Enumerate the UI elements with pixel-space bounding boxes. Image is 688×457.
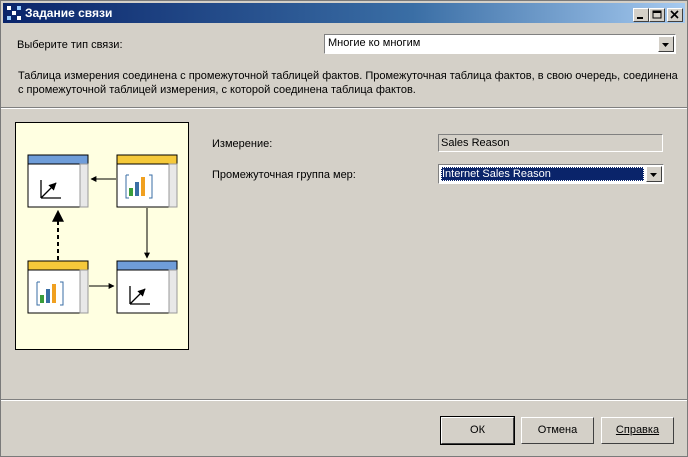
- dropdown-button[interactable]: [658, 36, 674, 52]
- help-button[interactable]: Справка: [601, 417, 674, 444]
- relationship-diagram: [15, 122, 189, 350]
- relation-type-label: Выберите тип связи:: [17, 39, 123, 51]
- chevron-down-icon: [650, 173, 657, 177]
- description-text: Таблица измерения соединена с промежуточ…: [18, 70, 678, 96]
- intermediate-dimension-table-icon: [116, 260, 178, 314]
- cancel-button[interactable]: Отмена: [521, 417, 594, 444]
- title-bar[interactable]: Задание связи: [3, 3, 685, 23]
- dimension-table-icon: [27, 154, 89, 208]
- close-icon: [670, 10, 679, 19]
- measure-group-value: Internet Sales Reason: [441, 167, 644, 181]
- relation-type-select[interactable]: Многие ко многим: [324, 34, 676, 54]
- chevron-down-icon: [662, 43, 669, 47]
- app-icon: [7, 6, 21, 20]
- help-button-label: Справка: [615, 424, 660, 436]
- minimize-button[interactable]: [633, 8, 649, 22]
- relation-type-value: Многие ко многим: [328, 37, 421, 49]
- separator-bottom: [1, 399, 687, 401]
- close-button[interactable]: [667, 8, 683, 22]
- fact-table-icon: [116, 154, 178, 208]
- relationship-diagram-graphic: [27, 154, 178, 314]
- dimension-value: Sales Reason: [441, 137, 510, 149]
- separator-top: [1, 107, 687, 109]
- ok-button[interactable]: ОК: [440, 416, 515, 445]
- dimension-label: Измерение:: [212, 138, 273, 150]
- dimension-field: Sales Reason: [438, 134, 663, 152]
- maximize-icon: [652, 10, 662, 19]
- maximize-button[interactable]: [649, 8, 665, 22]
- measure-group-label: Промежуточная группа мер:: [212, 169, 356, 181]
- intermediate-fact-table-icon: [27, 260, 89, 314]
- dialog-window: Задание связи Выберите тип связи: Многие…: [0, 0, 688, 457]
- measure-group-select[interactable]: Internet Sales Reason: [438, 164, 664, 184]
- minimize-icon: [637, 17, 643, 19]
- dropdown-button[interactable]: [646, 166, 662, 182]
- window-title: Задание связи: [25, 6, 113, 20]
